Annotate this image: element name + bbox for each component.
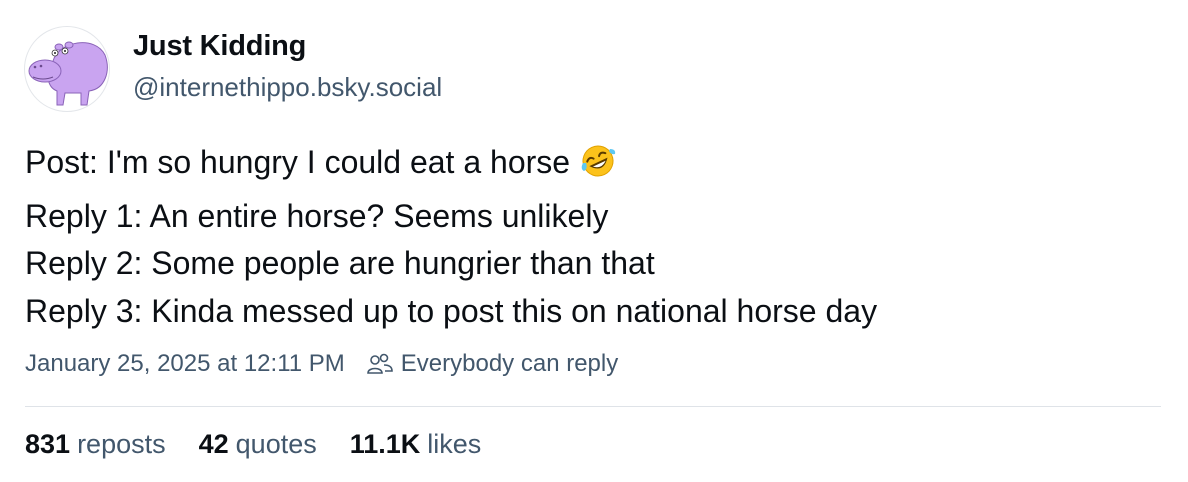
post-line: Reply 1: An entire horse? Seems unlikely xyxy=(25,197,609,234)
author-handle[interactable]: @internethippo.bsky.social xyxy=(133,72,442,103)
post-line: Post: I'm so hungry I could eat a horse xyxy=(25,139,1165,193)
post-timestamp[interactable]: January 25, 2025 at 12:11 PM xyxy=(25,350,345,378)
likes-label: likes xyxy=(427,429,482,459)
rolling-on-floor-laughing-emoji xyxy=(580,143,616,193)
post-card: Just Kidding @internethippo.bsky.social … xyxy=(0,0,1188,482)
author-display-name[interactable]: Just Kidding xyxy=(133,30,306,63)
post-text: Post: I'm so hungry I could eat a horse … xyxy=(25,139,1165,335)
reposts-label: reposts xyxy=(77,429,166,459)
hippo-avatar-icon xyxy=(28,41,108,106)
avatar[interactable] xyxy=(24,26,110,112)
likes-count: 11.1K xyxy=(349,429,421,459)
quotes-count: 42 xyxy=(198,429,229,459)
engagement-stats: 831 reposts 42 quotes 11.1K likes xyxy=(25,429,514,460)
quotes-stat[interactable]: 42 quotes xyxy=(199,429,317,460)
quotes-label: quotes xyxy=(235,429,317,459)
reply-setting: Everybody can reply xyxy=(400,350,619,377)
post-line: Reply 3: Kinda messed up to post this on… xyxy=(25,292,878,329)
people-icon xyxy=(366,353,393,375)
divider xyxy=(25,406,1161,407)
post-line: Reply 2: Some people are hungrier than t… xyxy=(25,245,655,281)
reposts-count: 831 xyxy=(25,429,71,459)
post-meta: January 25, 2025 at 12:11 PM Everybody c… xyxy=(25,350,618,378)
likes-stat[interactable]: 11.1K likes xyxy=(350,429,482,460)
reposts-stat[interactable]: 831 reposts xyxy=(25,429,166,460)
post-line-text: Post: I'm so hungry I could eat a horse xyxy=(25,144,571,180)
